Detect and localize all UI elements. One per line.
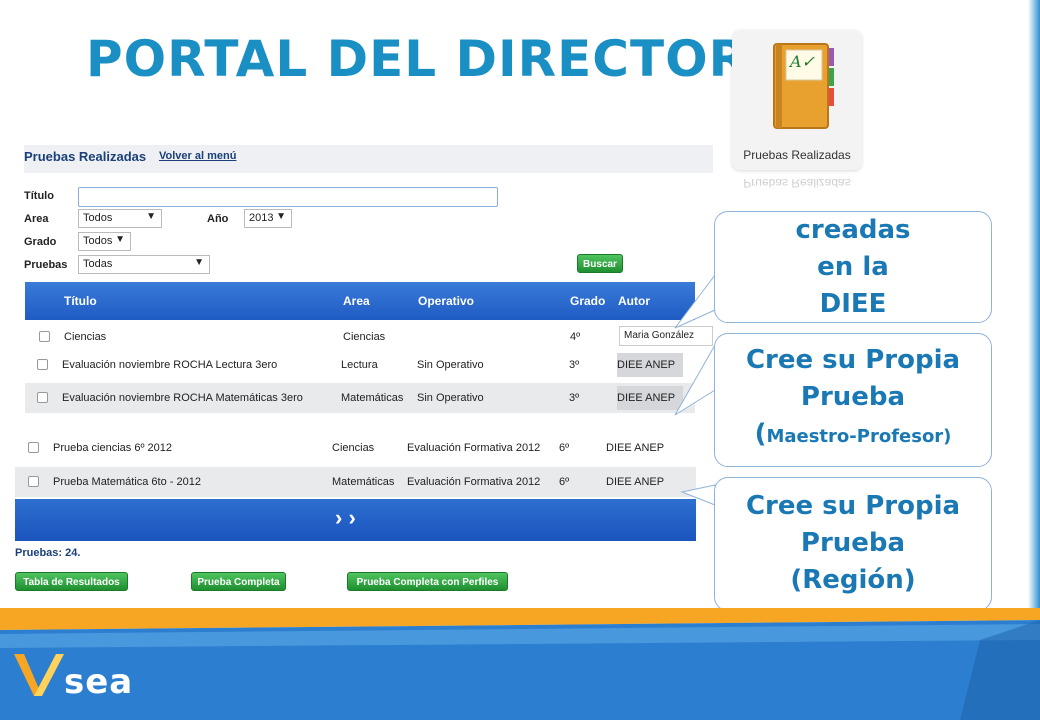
callout-pointers	[674, 273, 716, 506]
row-grado: 6º	[559, 442, 570, 454]
grado-dropdown-icon: ▼	[115, 234, 125, 245]
pruebas-select-value: Todas	[83, 258, 113, 270]
titulo-label: Título	[24, 190, 54, 202]
area-label: Area	[24, 213, 49, 225]
table-row[interactable]: Prueba Matemática 6to - 2012 Matemáticas…	[15, 467, 696, 497]
row-area: Matemáticas	[332, 476, 395, 488]
row-checkbox[interactable]	[39, 331, 50, 342]
callout-diee: creadas en la DIEE	[714, 211, 992, 323]
bottom-band	[0, 608, 1040, 720]
row-operativo: Sin Operativo	[417, 392, 484, 404]
row-area: Ciencias	[343, 331, 386, 343]
table-footer: › ›	[15, 499, 696, 541]
next-page-icon[interactable]: › ›	[335, 505, 356, 531]
anio-select[interactable]: 2013 ▼	[244, 209, 292, 228]
row-titulo: Prueba ciencias 6º 2012	[53, 442, 172, 454]
anio-select-value: 2013	[249, 212, 274, 224]
header-area[interactable]: Area	[343, 294, 370, 308]
anio-label: Año	[207, 213, 229, 225]
grado-select-value: Todos	[83, 235, 113, 247]
sea-logo-icon	[14, 654, 64, 696]
row-titulo: Prueba Matemática 6to - 2012	[53, 476, 201, 488]
row-grado: 3º	[569, 392, 580, 404]
pruebas-select[interactable]: Todas ▼	[78, 255, 210, 274]
back-to-menu-link[interactable]: Volver al menú	[159, 150, 236, 162]
callout-diee-line1: creadas	[795, 215, 911, 245]
table-row[interactable]: Evaluación noviembre ROCHA Lectura 3ero …	[25, 350, 695, 380]
table-row[interactable]: Evaluación noviembre ROCHA Matemáticas 3…	[25, 383, 695, 413]
row-grado: 6º	[559, 476, 570, 488]
row-grado: 4º	[570, 331, 581, 343]
row-titulo: Ciencias	[64, 331, 107, 343]
panel-heading: Pruebas Realizadas	[24, 149, 147, 164]
callout-diee-line3: DIEE	[819, 289, 887, 319]
callout-maestro-paren: (	[754, 419, 767, 449]
right-stripe	[1028, 0, 1040, 630]
row-operativo: Evaluación Formativa 2012	[407, 476, 541, 488]
table-row[interactable]: Ciencias Ciencias 4º Maria González	[25, 322, 713, 352]
titulo-input[interactable]	[78, 187, 498, 207]
callout-region: Cree su Propia Prueba (Región)	[714, 477, 992, 611]
callout-region-line3: (Región)	[790, 565, 916, 595]
row-checkbox[interactable]	[37, 359, 48, 370]
callout-diee-line2: en la	[817, 252, 889, 282]
row-grado: 3º	[569, 359, 580, 371]
row-operativo: Sin Operativo	[417, 359, 484, 371]
pruebas-label: Pruebas	[24, 259, 68, 271]
grado-select[interactable]: Todos ▼	[78, 232, 131, 251]
area-select-value: Todos	[83, 212, 113, 224]
row-checkbox[interactable]	[28, 442, 39, 453]
callout-maestro-line2: Prueba	[800, 382, 906, 412]
callout-region-line1: Cree su Propia	[745, 491, 961, 521]
row-area: Ciencias	[332, 442, 375, 454]
prueba-completa-perfiles-button[interactable]: Prueba Completa con Perfiles	[347, 572, 508, 591]
check-mark-text: A✓	[790, 52, 815, 71]
row-checkbox[interactable]	[37, 392, 48, 403]
header-operativo[interactable]: Operativo	[418, 294, 474, 308]
tile-label-reflection: Pruebas Realizadas	[743, 176, 851, 190]
callout-maestro: Cree su Propia Prueba (Maestro-Profesor)	[714, 333, 992, 467]
table-row[interactable]: Prueba ciencias 6º 2012 Ciencias Evaluac…	[15, 433, 696, 463]
callout-region-line2: Prueba	[800, 528, 906, 558]
slide-title: PORTAL DEL DIRECTOR	[86, 30, 749, 88]
tile-label: Pruebas Realizadas	[743, 148, 851, 162]
pruebas-dropdown-icon: ▼	[194, 257, 204, 268]
pruebas-realizadas-tile[interactable]: A✓ Pruebas Realizadas	[732, 30, 862, 170]
header-titulo[interactable]: Título	[64, 294, 97, 308]
row-area: Lectura	[341, 359, 378, 371]
anio-dropdown-icon: ▼	[276, 211, 286, 222]
row-titulo: Evaluación noviembre ROCHA Lectura 3ero	[62, 359, 278, 371]
callout-maestro-line3: Maestro-Profesor)	[766, 426, 952, 447]
grado-label: Grado	[24, 236, 57, 248]
prueba-completa-button[interactable]: Prueba Completa	[191, 572, 286, 591]
area-select[interactable]: Todos ▼	[78, 209, 162, 228]
tabla-resultados-button[interactable]: Tabla de Resultados	[15, 572, 128, 591]
row-operativo: Evaluación Formativa 2012	[407, 442, 541, 454]
results-table-header: Título Area Operativo Grado Autor	[25, 282, 695, 320]
callout-maestro-line1: Cree su Propia	[745, 345, 961, 375]
results-count: Pruebas: 24.	[15, 547, 81, 559]
row-checkbox[interactable]	[28, 476, 39, 487]
row-titulo: Evaluación noviembre ROCHA Matemáticas 3…	[62, 392, 303, 404]
sea-logo-text: sea	[64, 662, 134, 702]
row-area: Matemáticas	[341, 392, 404, 404]
area-dropdown-icon: ▼	[146, 211, 156, 222]
